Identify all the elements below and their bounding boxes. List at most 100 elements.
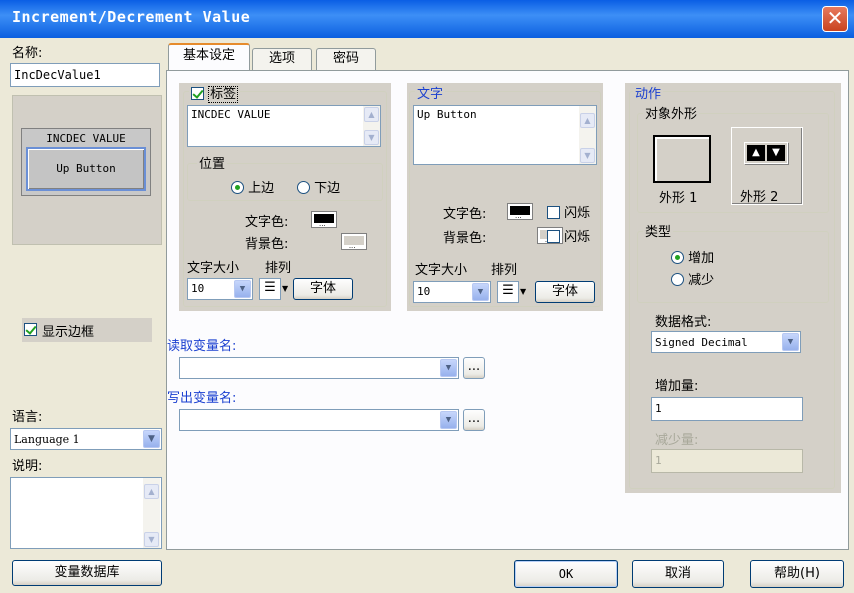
- scroll-up-icon[interactable]: ▲: [364, 107, 379, 122]
- checkbox-icon[interactable]: [547, 206, 560, 219]
- appearance-group-title: 对象外形: [643, 103, 700, 122]
- chevron-down-icon[interactable]: ▼: [440, 411, 457, 429]
- scroll-up-icon[interactable]: ▲: [580, 113, 595, 128]
- close-button[interactable]: ✕: [822, 6, 848, 32]
- label-enable-checkbox[interactable]: [191, 87, 204, 100]
- preview-object: INCDEC VALUE Up Button: [21, 128, 151, 196]
- type-group: [637, 231, 829, 303]
- label-text-color-swatch[interactable]: ...: [311, 211, 337, 228]
- text-group-title: 文字: [415, 83, 446, 102]
- scroll-down-icon[interactable]: ▼: [144, 532, 159, 547]
- shape-2-preview: ▲ ▼: [744, 142, 788, 164]
- tab-panel: 标签 INCDEC VALUE ▲ ▼ 位置 上边 下边 文字色: ... 背景…: [166, 70, 849, 550]
- chevron-down-icon[interactable]: ▼: [782, 333, 799, 351]
- label-group-title[interactable]: 标签: [189, 83, 241, 103]
- label-text-input[interactable]: INCDEC VALUE: [187, 105, 381, 147]
- language-value: Language 1: [14, 433, 80, 446]
- help-button[interactable]: 帮助(H): [750, 560, 844, 588]
- position-bottom-label: 下边: [314, 181, 341, 196]
- name-input[interactable]: IncDecValue1: [10, 63, 160, 87]
- bg-blink-label: 闪烁: [564, 230, 591, 245]
- text-font-size-label: 文字大小: [415, 263, 468, 278]
- cancel-button[interactable]: 取消: [632, 560, 724, 588]
- radio-icon[interactable]: [231, 181, 244, 194]
- shape-1-preview: [653, 135, 711, 183]
- align-icon[interactable]: ☰: [497, 281, 519, 303]
- ok-button[interactable]: OK: [514, 560, 618, 588]
- button-text-input[interactable]: Up Button: [413, 105, 597, 165]
- text-font-button[interactable]: 字体: [535, 281, 595, 303]
- text-font-size-value: 10: [417, 285, 431, 298]
- triangle-up-icon: ▲: [747, 145, 765, 161]
- radio-icon[interactable]: [671, 273, 684, 286]
- write-var-label: 写出变量名:: [167, 391, 237, 406]
- text-blink-label: 闪烁: [564, 206, 591, 221]
- window-title: Increment/Decrement Value: [12, 8, 251, 26]
- label-text-color-label: 文字色:: [245, 215, 289, 230]
- text-group: 文字 Up Button ▲ ▼ 文字色: ... 闪烁 背景色: ... 闪烁…: [407, 83, 603, 311]
- decrease-amount-input: 1: [651, 449, 803, 473]
- show-border-checkbox[interactable]: 显示边框: [22, 318, 152, 342]
- text-font-size-select[interactable]: 10 ▼: [413, 281, 491, 303]
- name-label: 名称:: [12, 46, 43, 61]
- data-format-select[interactable]: Signed Decimal ▼: [651, 331, 801, 353]
- write-var-browse-button[interactable]: ...: [463, 409, 485, 431]
- bg-blink-checkbox[interactable]: 闪烁: [547, 226, 590, 245]
- read-var-browse-button[interactable]: ...: [463, 357, 485, 379]
- label-font-size-select[interactable]: 10 ▼: [187, 278, 253, 300]
- scroll-up-icon[interactable]: ▲: [144, 484, 159, 499]
- preview-panel: INCDEC VALUE Up Button: [12, 95, 162, 245]
- label-group: 标签 INCDEC VALUE ▲ ▼ 位置 上边 下边 文字色: ... 背景…: [179, 83, 391, 311]
- tab-basic-settings[interactable]: 基本设定: [168, 43, 250, 70]
- label-group-title-text: 标签: [208, 86, 239, 103]
- scroll-down-icon[interactable]: ▼: [364, 130, 379, 145]
- preview-button: Up Button: [26, 147, 146, 191]
- increase-amount-label: 增加量:: [655, 379, 699, 394]
- type-increase-radio[interactable]: 增加: [671, 247, 714, 266]
- dialog-window: Increment/Decrement Value ✕ 名称: IncDecVa…: [0, 0, 854, 593]
- triangle-down-icon: ▼: [767, 145, 785, 161]
- increase-amount-input[interactable]: 1: [651, 397, 803, 421]
- shape-1-option[interactable]: 外形 1: [647, 133, 719, 206]
- scroll-down-icon[interactable]: ▼: [580, 148, 595, 163]
- data-format-value: Signed Decimal: [655, 336, 748, 349]
- radio-icon[interactable]: [671, 251, 684, 264]
- tag-database-button[interactable]: 变量数据库: [12, 560, 162, 586]
- label-font-size-value: 10: [191, 282, 205, 295]
- text-text-color-label: 文字色:: [443, 207, 487, 222]
- checkbox-icon[interactable]: [547, 230, 560, 243]
- text-blink-checkbox[interactable]: 闪烁: [547, 202, 590, 221]
- chevron-down-icon[interactable]: ▼: [143, 430, 160, 448]
- language-select[interactable]: Language 1 ▼: [10, 428, 162, 450]
- type-decrease-label: 减少: [688, 273, 715, 288]
- label-bg-color-swatch[interactable]: ...: [340, 233, 367, 250]
- position-bottom-radio[interactable]: 下边: [297, 177, 340, 196]
- label-text-scrollbar[interactable]: ▲ ▼: [362, 106, 380, 146]
- type-group-title: 类型: [643, 221, 674, 240]
- chevron-down-icon[interactable]: ▼: [234, 280, 251, 298]
- tab-password[interactable]: 密码: [316, 48, 376, 70]
- description-scrollbar[interactable]: ▲ ▼: [143, 478, 160, 548]
- radio-icon[interactable]: [297, 181, 310, 194]
- chevron-down-icon[interactable]: ▼: [440, 359, 457, 377]
- position-top-radio[interactable]: 上边: [231, 177, 274, 196]
- align-dropdown-icon[interactable]: ▼: [282, 278, 290, 300]
- tab-options[interactable]: 选项: [252, 48, 312, 70]
- label-font-button[interactable]: 字体: [293, 278, 353, 300]
- title-bar[interactable]: Increment/Decrement Value ✕: [0, 0, 854, 38]
- button-text-scrollbar[interactable]: ▲ ▼: [578, 106, 596, 164]
- text-text-color-swatch[interactable]: ...: [507, 203, 533, 220]
- align-dropdown-icon[interactable]: ▼: [520, 281, 528, 303]
- description-label: 说明:: [12, 459, 43, 474]
- read-var-select[interactable]: ▼: [179, 357, 459, 379]
- label-font-size-label: 文字大小: [187, 261, 240, 276]
- write-var-select[interactable]: ▼: [179, 409, 459, 431]
- chevron-down-icon[interactable]: ▼: [472, 283, 489, 301]
- read-var-label: 读取变量名:: [167, 339, 237, 354]
- description-textarea[interactable]: [10, 477, 162, 549]
- shape-2-option[interactable]: ▲ ▼ 外形 2: [731, 127, 803, 205]
- checkbox-icon[interactable]: [24, 323, 37, 336]
- type-decrease-radio[interactable]: 减少: [671, 269, 714, 288]
- align-icon[interactable]: ☰: [259, 278, 281, 300]
- text-align-label: 排列: [491, 263, 518, 278]
